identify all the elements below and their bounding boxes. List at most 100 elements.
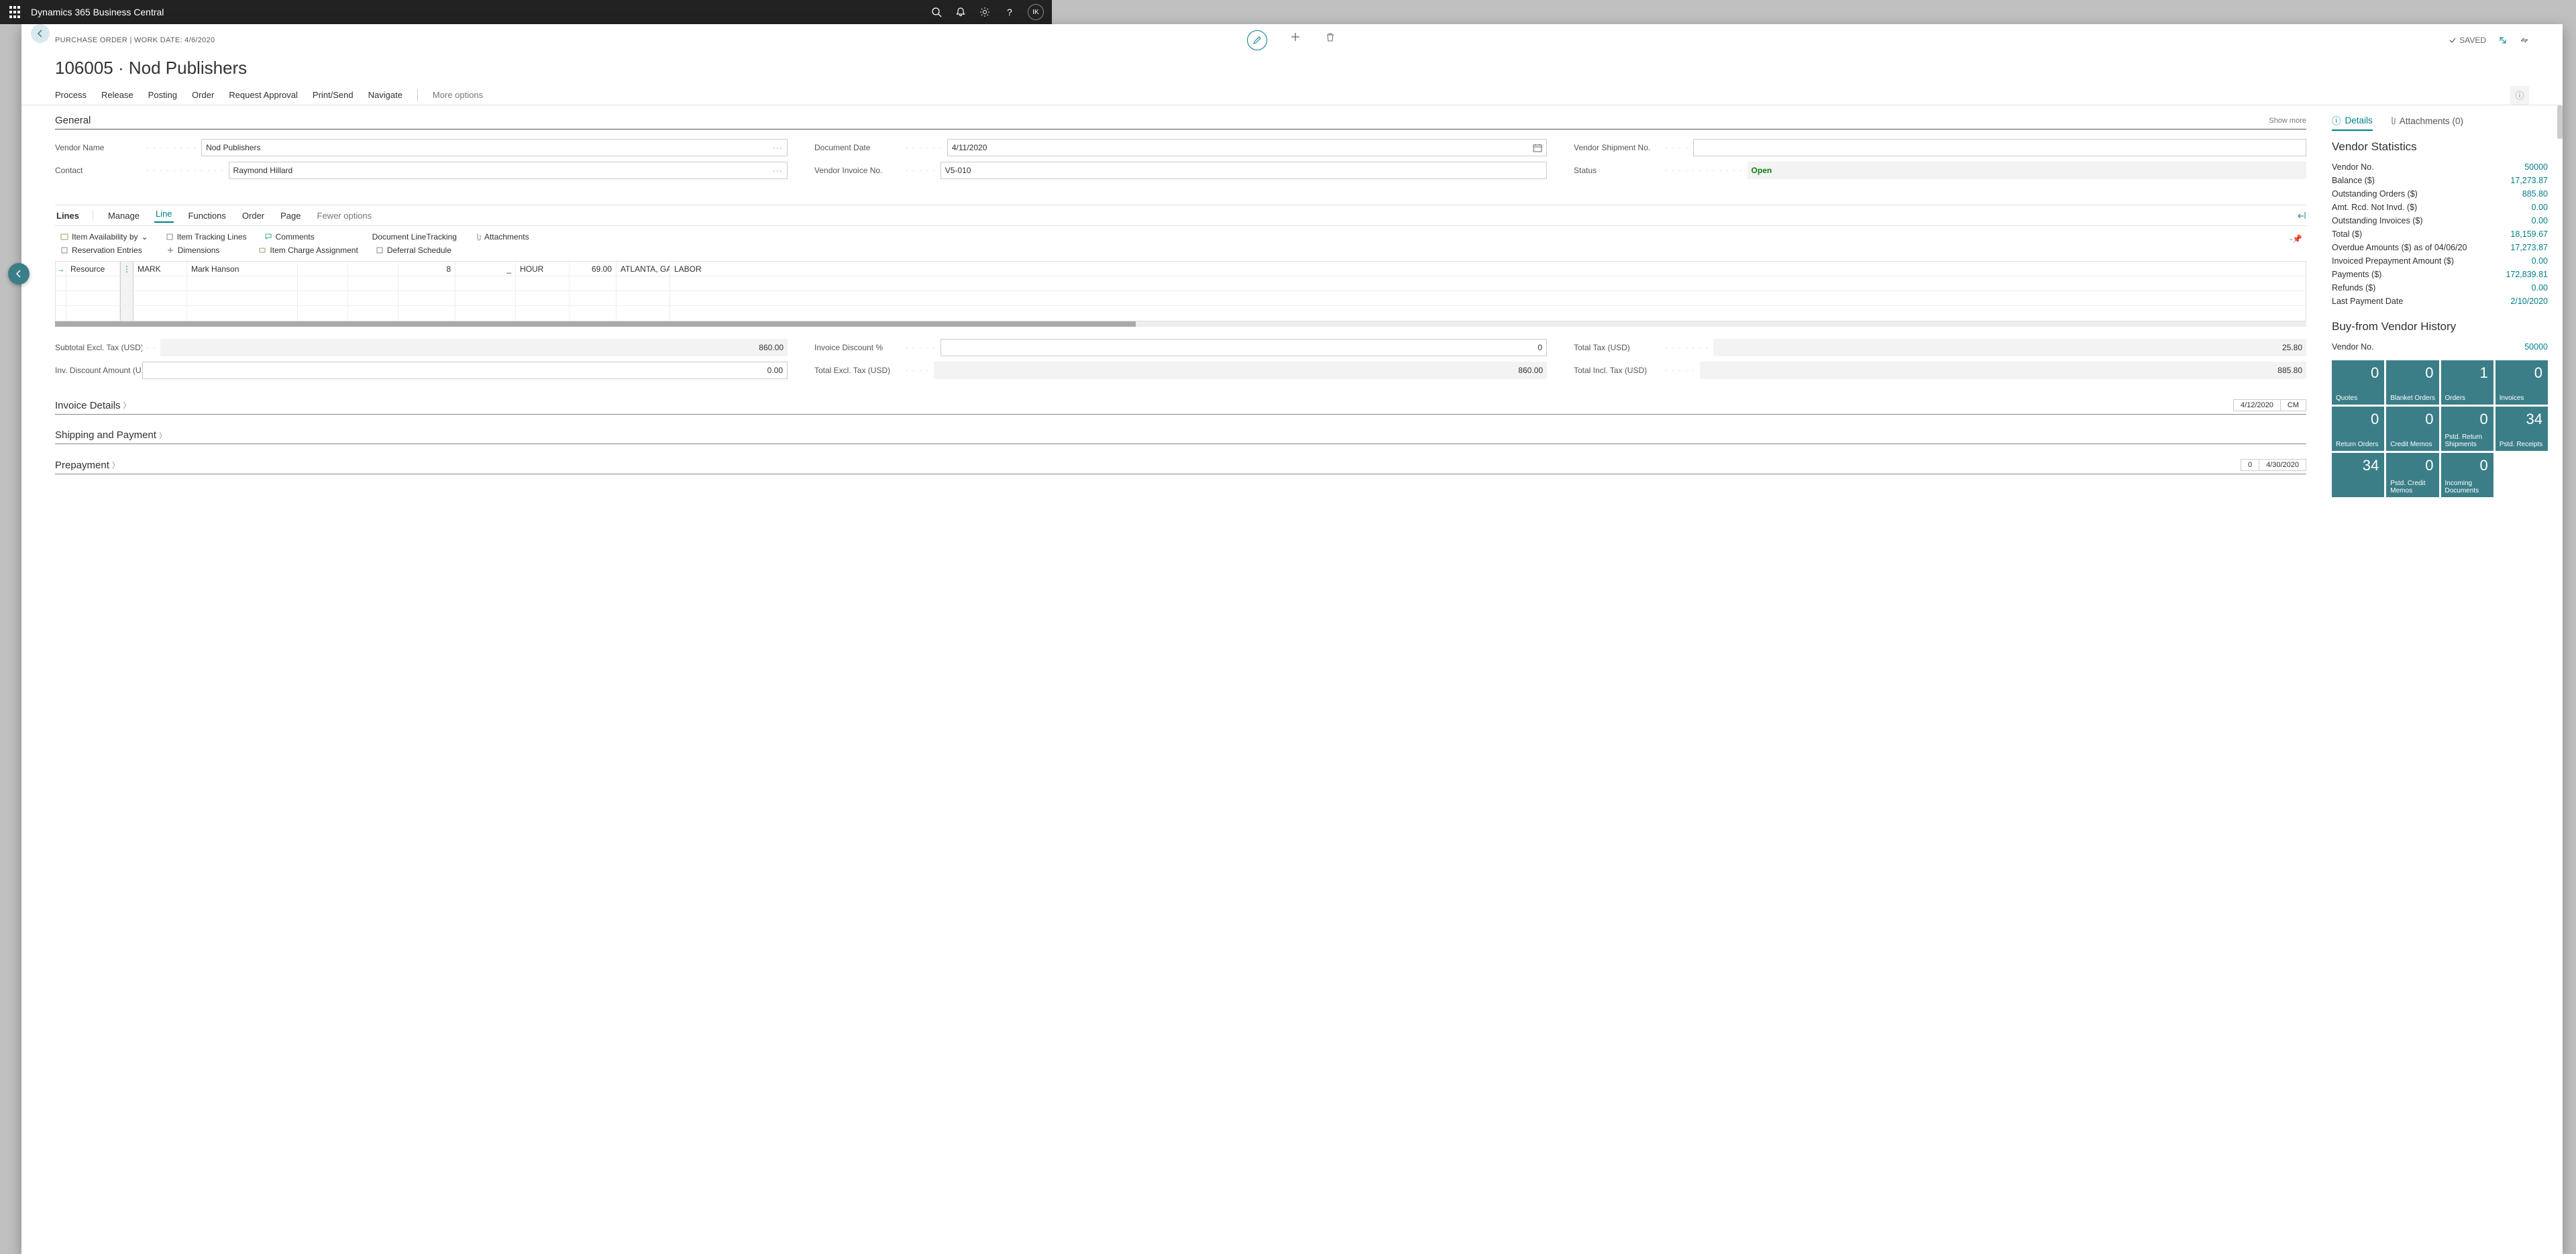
- factbox-tab-details[interactable]: ⓘDetails: [2332, 113, 2373, 131]
- section-shipping-payment[interactable]: Shipping and Payment〉: [55, 429, 2306, 444]
- status-value: Open: [1748, 162, 2306, 179]
- history-tile[interactable]: 0Incoming Documents: [2441, 453, 2493, 497]
- vendor-shipment-no-input[interactable]: [1693, 139, 2306, 156]
- stat-out-inv[interactable]: 0.00: [2532, 216, 2548, 225]
- history-tile[interactable]: 0Pstd. Credit Memos: [2386, 453, 2438, 497]
- vendor-name-input[interactable]: Nod Publishers···: [201, 139, 788, 156]
- popout-icon[interactable]: [2498, 36, 2508, 45]
- lookup-icon[interactable]: ···: [773, 166, 783, 175]
- collapse-icon[interactable]: [2520, 36, 2529, 45]
- doc-line-tracking-button[interactable]: Document LineTracking: [372, 232, 457, 242]
- action-print-send[interactable]: Print/Send: [313, 90, 354, 100]
- history-tile[interactable]: 0Quotes: [2332, 360, 2384, 405]
- table-row[interactable]: [56, 306, 2306, 321]
- app-launcher-icon[interactable]: [8, 5, 21, 19]
- stat-total[interactable]: 18,159.67: [2510, 229, 2548, 239]
- total-excl-value: 860.00: [934, 362, 1547, 379]
- settings-icon[interactable]: [979, 7, 990, 17]
- stat-last-pay[interactable]: 2/10/2020: [2510, 297, 2548, 306]
- lines-grid[interactable]: → Resource ⋮ MARK Mark Hanson 8 _ HOUR 6…: [55, 262, 2306, 321]
- delete-button[interactable]: [1324, 30, 1337, 44]
- section-prepayment[interactable]: Prepayment〉 04/30/2020: [55, 459, 2306, 474]
- search-icon[interactable]: [931, 7, 942, 17]
- inv-disc-pct-input[interactable]: 0: [941, 339, 1547, 356]
- lines-tab-line[interactable]: Line: [154, 209, 174, 223]
- hist-vendor-no[interactable]: 50000: [2524, 342, 2548, 352]
- previous-record-button[interactable]: [8, 263, 30, 284]
- attachments-button[interactable]: Attachments: [474, 232, 529, 242]
- vendor-history-header: Buy-from Vendor History: [2332, 320, 2548, 333]
- history-tile[interactable]: 0Return Orders: [2332, 407, 2384, 451]
- back-button[interactable]: [31, 24, 50, 43]
- history-tile[interactable]: 0Blanket Orders: [2386, 360, 2438, 405]
- inv-disc-amount-input[interactable]: 0.00: [142, 362, 788, 379]
- saved-label: SAVED: [2459, 36, 2486, 45]
- action-bar: Process Release Posting Order Request Ap…: [21, 85, 2563, 105]
- lines-tab-functions[interactable]: Functions: [187, 211, 227, 221]
- page-title: 106005 · Nod Publishers: [21, 56, 2563, 85]
- lines-tab-page[interactable]: Page: [279, 211, 302, 221]
- stat-amt-rcd[interactable]: 0.00: [2532, 203, 2548, 212]
- lines-tab-manage[interactable]: Manage: [107, 211, 141, 221]
- comments-button[interactable]: Comments: [264, 232, 315, 242]
- info-button[interactable]: ⓘ: [2510, 86, 2529, 105]
- item-availability-button[interactable]: Item Availability by⌄: [60, 232, 148, 242]
- edit-button[interactable]: [1247, 30, 1267, 50]
- section-invoice-details[interactable]: Invoice Details〉 4/12/2020CM: [55, 399, 2306, 415]
- check-icon: [2449, 36, 2457, 44]
- lookup-icon[interactable]: ···: [773, 143, 783, 152]
- item-tracking-button[interactable]: Item Tracking Lines: [166, 232, 247, 242]
- stat-overdue[interactable]: 17,273.87: [2510, 243, 2548, 252]
- table-row[interactable]: → Resource ⋮ MARK Mark Hanson 8 _ HOUR 6…: [56, 262, 2306, 276]
- show-more-link[interactable]: Show more: [2269, 117, 2306, 125]
- contact-input[interactable]: Raymond Hillard···: [229, 162, 788, 179]
- pin-icon[interactable]: -⁠📌: [2290, 234, 2302, 244]
- row-selector-icon[interactable]: →: [56, 262, 66, 276]
- new-button[interactable]: [1289, 30, 1302, 44]
- calendar-icon[interactable]: [1533, 143, 1542, 152]
- action-more-options[interactable]: More options: [433, 90, 483, 100]
- stat-vendor-no[interactable]: 50000: [2524, 162, 2548, 172]
- action-request-approval[interactable]: Request Approval: [229, 90, 298, 100]
- stat-payments[interactable]: 172,839.81: [2506, 270, 2548, 279]
- horizontal-scrollbar[interactable]: [55, 321, 2306, 327]
- stat-out-orders[interactable]: 885.80: [2522, 189, 2548, 199]
- action-navigate[interactable]: Navigate: [368, 90, 402, 100]
- history-tile[interactable]: 0Credit Memos: [2386, 407, 2438, 451]
- app-title: Dynamics 365 Business Central: [31, 7, 164, 17]
- maximize-lines-icon[interactable]: [2297, 211, 2306, 220]
- history-tile[interactable]: 1Orders: [2441, 360, 2493, 405]
- notifications-icon[interactable]: [955, 7, 966, 17]
- table-row[interactable]: [56, 276, 2306, 291]
- action-release[interactable]: Release: [101, 90, 133, 100]
- factbox-tab-attachments[interactable]: Attachments (0): [2389, 113, 2463, 131]
- document-date-input[interactable]: 4/11/2020: [947, 139, 1547, 156]
- item-charge-button[interactable]: Item Charge Assignment: [258, 246, 358, 255]
- action-posting[interactable]: Posting: [148, 90, 177, 100]
- dimensions-button[interactable]: Dimensions: [166, 246, 220, 255]
- user-avatar[interactable]: IK: [1028, 4, 1044, 20]
- total-incl-value: 885.80: [1700, 362, 2306, 379]
- table-row[interactable]: [56, 291, 2306, 306]
- lines-tab-order[interactable]: Order: [241, 211, 266, 221]
- section-general-header: General Show more: [55, 115, 2306, 129]
- action-process[interactable]: Process: [55, 90, 87, 100]
- history-tile[interactable]: 34Pstd. Receipts: [2496, 407, 2548, 451]
- stat-balance[interactable]: 17,273.87: [2510, 176, 2548, 185]
- history-tile[interactable]: 0Invoices: [2496, 360, 2548, 405]
- stat-refunds[interactable]: 0.00: [2532, 283, 2548, 293]
- history-tile[interactable]: 34: [2332, 453, 2384, 497]
- row-menu-icon[interactable]: ⋮: [120, 262, 133, 276]
- vendor-invoice-no-input[interactable]: V5-010: [941, 162, 1547, 179]
- deferral-button[interactable]: Deferral Schedule: [376, 246, 451, 255]
- action-order[interactable]: Order: [192, 90, 214, 100]
- stat-inv-prepay[interactable]: 0.00: [2532, 256, 2548, 266]
- vertical-scrollbar[interactable]: [2557, 105, 2563, 139]
- chevron-right-icon: 〉: [112, 460, 119, 470]
- history-tile[interactable]: 0Pstd. Return Shipments: [2441, 407, 2493, 451]
- chevron-down-icon: ⌄: [142, 232, 148, 242]
- reservation-button[interactable]: Reservation Entries: [60, 246, 142, 255]
- lines-fewer-options[interactable]: Fewer options: [316, 211, 374, 221]
- help-icon[interactable]: ?: [1004, 7, 1014, 17]
- page-card: PURCHASE ORDER | WORK DATE: 4/6/2020 SAV…: [21, 24, 2563, 1254]
